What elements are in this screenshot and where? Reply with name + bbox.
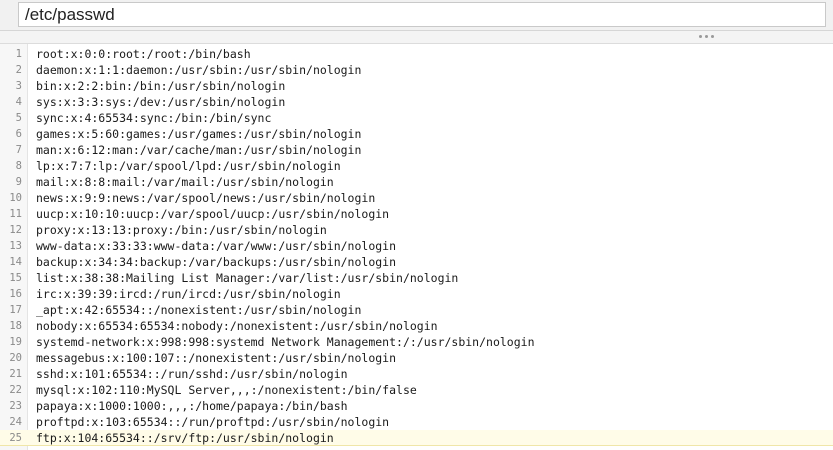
line-text: proxy:x:13:13:proxy:/bin:/usr/sbin/nolog… [36, 223, 327, 237]
code-line[interactable]: 9 mail:x:8:8:mail:/var/mail:/usr/sbin/nol… [0, 174, 833, 190]
grip-dot [711, 35, 714, 38]
line-number: 24 [9, 416, 22, 428]
code-line[interactable]: 7 man:x:6:12:man:/var/cache/man:/usr/sbin… [0, 142, 833, 158]
line-text: man:x:6:12:man:/var/cache/man:/usr/sbin/… [36, 143, 362, 157]
line-number: 11 [9, 208, 22, 220]
code-line[interactable]: 11 uucp:x:10:10:uucp:/var/spool/uucp:/usr… [0, 206, 833, 222]
grip-dot [705, 35, 708, 38]
line-text: proftpd:x:103:65534::/run/proftpd:/usr/s… [36, 415, 390, 429]
line-number: 14 [9, 256, 22, 268]
line-number: 9 [15, 176, 22, 188]
code-line[interactable]: 8 lp:x:7:7:lp:/var/spool/lpd:/usr/sbin/no… [0, 158, 833, 174]
line-number: 15 [9, 272, 22, 284]
line-number: 2 [15, 64, 22, 76]
line-number: 16 [9, 288, 22, 300]
line-number: 23 [9, 400, 22, 412]
code-line[interactable]: 23 papaya:x:1000:1000:,,,:/home/papaya:/b… [0, 398, 833, 414]
code-line[interactable]: 13 www-data:x:33:33:www-data:/var/www:/us… [0, 238, 833, 254]
line-number: 8 [15, 160, 22, 172]
line-text: sync:x:4:65534:sync:/bin:/bin/sync [36, 111, 272, 125]
code-line[interactable]: 5 sync:x:4:65534:sync:/bin:/bin/sync [0, 110, 833, 126]
code-line[interactable]: 12 proxy:x:13:13:proxy:/bin:/usr/sbin/nol… [0, 222, 833, 238]
line-number: 18 [9, 320, 22, 332]
drag-handle-icon[interactable] [699, 35, 719, 39]
path-bar: /etc/passwd [0, 0, 833, 31]
line-text: news:x:9:9:news:/var/spool/news:/usr/sbi… [36, 191, 376, 205]
pane-splitter[interactable] [0, 31, 833, 44]
code-line[interactable]: 21 sshd:x:101:65534::/run/sshd:/usr/sbin/… [0, 366, 833, 382]
file-content-editor[interactable]: 1 root:x:0:0:root:/root:/bin/bash 2 daemon:… [0, 44, 833, 450]
code-line[interactable]: 10 news:x:9:9:news:/var/spool/news:/usr/s… [0, 190, 833, 206]
line-number: 4 [15, 96, 22, 108]
line-text: _apt:x:42:65534::/nonexistent:/usr/sbin/… [36, 303, 362, 317]
line-text: nobody:x:65534:65534:nobody:/nonexistent… [36, 319, 438, 333]
line-text: bin:x:2:2:bin:/bin:/usr/sbin/nologin [36, 79, 286, 93]
line-text: list:x:38:38:Mailing List Manager:/var/l… [36, 271, 459, 285]
code-line[interactable]: 19 systemd-network:x:998:998:systemd Netw… [0, 334, 833, 350]
line-number: 25 [9, 432, 22, 444]
code-line[interactable]: 18 nobody:x:65534:65534:nobody:/nonexiste… [0, 318, 833, 334]
grip-dot [699, 35, 702, 38]
code-line[interactable]: 24 proftpd:x:103:65534::/run/proftpd:/usr… [0, 414, 833, 430]
line-text: mysql:x:102:110:MySQL Server,,,:/nonexis… [36, 383, 417, 397]
line-number: 22 [9, 384, 22, 396]
line-text: www-data:x:33:33:www-data:/var/www:/usr/… [36, 239, 397, 253]
line-text: sshd:x:101:65534::/run/sshd:/usr/sbin/no… [36, 367, 348, 381]
code-line[interactable]: 6 games:x:5:60:games:/usr/games:/usr/sbin… [0, 126, 833, 142]
line-text: root:x:0:0:root:/root:/bin/bash [36, 47, 251, 61]
code-line[interactable]: 25 ftp:x:104:65534::/srv/ftp:/usr/sbin/no… [0, 430, 833, 446]
line-text: sys:x:3:3:sys:/dev:/usr/sbin/nologin [36, 95, 286, 109]
code-line[interactable]: 4 sys:x:3:3:sys:/dev:/usr/sbin/nologin [0, 94, 833, 110]
line-text: daemon:x:1:1:daemon:/usr/sbin:/usr/sbin/… [36, 63, 362, 77]
line-number: 12 [9, 224, 22, 236]
line-number: 17 [9, 304, 22, 316]
line-number: 19 [9, 336, 22, 348]
code-lines: 1 root:x:0:0:root:/root:/bin/bash 2 daemon:… [0, 46, 833, 446]
line-text: uucp:x:10:10:uucp:/var/spool/uucp:/usr/s… [36, 207, 390, 221]
line-number: 5 [15, 112, 22, 124]
line-text: messagebus:x:100:107::/nonexistent:/usr/… [36, 351, 397, 365]
line-text: irc:x:39:39:ircd:/run/ircd:/usr/sbin/nol… [36, 287, 341, 301]
code-line[interactable]: 22 mysql:x:102:110:MySQL Server,,,:/nonex… [0, 382, 833, 398]
line-number: 3 [15, 80, 22, 92]
code-line[interactable]: 17 _apt:x:42:65534::/nonexistent:/usr/sbi… [0, 302, 833, 318]
code-line[interactable]: 15 list:x:38:38:Mailing List Manager:/var… [0, 270, 833, 286]
code-line[interactable]: 3 bin:x:2:2:bin:/bin:/usr/sbin/nologin [0, 78, 833, 94]
code-line[interactable]: 14 backup:x:34:34:backup:/var/backups:/us… [0, 254, 833, 270]
line-text: backup:x:34:34:backup:/var/backups:/usr/… [36, 255, 397, 269]
line-text: lp:x:7:7:lp:/var/spool/lpd:/usr/sbin/nol… [36, 159, 341, 173]
line-number: 6 [15, 128, 22, 140]
line-number: 13 [9, 240, 22, 252]
line-number: 1 [15, 48, 22, 60]
code-line[interactable]: 1 root:x:0:0:root:/root:/bin/bash [0, 46, 833, 62]
code-line[interactable]: 16 irc:x:39:39:ircd:/run/ircd:/usr/sbin/n… [0, 286, 833, 302]
code-line[interactable]: 20 messagebus:x:100:107::/nonexistent:/us… [0, 350, 833, 366]
line-number: 7 [15, 144, 22, 156]
file-viewer-window: /etc/passwd 1 root:x:0:0:root:/root:/bin/… [0, 0, 833, 450]
line-text: ftp:x:104:65534::/srv/ftp:/usr/sbin/nolo… [36, 431, 334, 445]
line-number: 20 [9, 352, 22, 364]
path-input[interactable]: /etc/passwd [18, 2, 826, 27]
line-text: mail:x:8:8:mail:/var/mail:/usr/sbin/nolo… [36, 175, 334, 189]
line-text: papaya:x:1000:1000:,,,:/home/papaya:/bin… [36, 399, 348, 413]
line-number: 10 [9, 192, 22, 204]
code-line[interactable]: 2 daemon:x:1:1:daemon:/usr/sbin:/usr/sbin… [0, 62, 833, 78]
line-text: systemd-network:x:998:998:systemd Networ… [36, 335, 535, 349]
line-text: games:x:5:60:games:/usr/games:/usr/sbin/… [36, 127, 362, 141]
line-number: 21 [9, 368, 22, 380]
